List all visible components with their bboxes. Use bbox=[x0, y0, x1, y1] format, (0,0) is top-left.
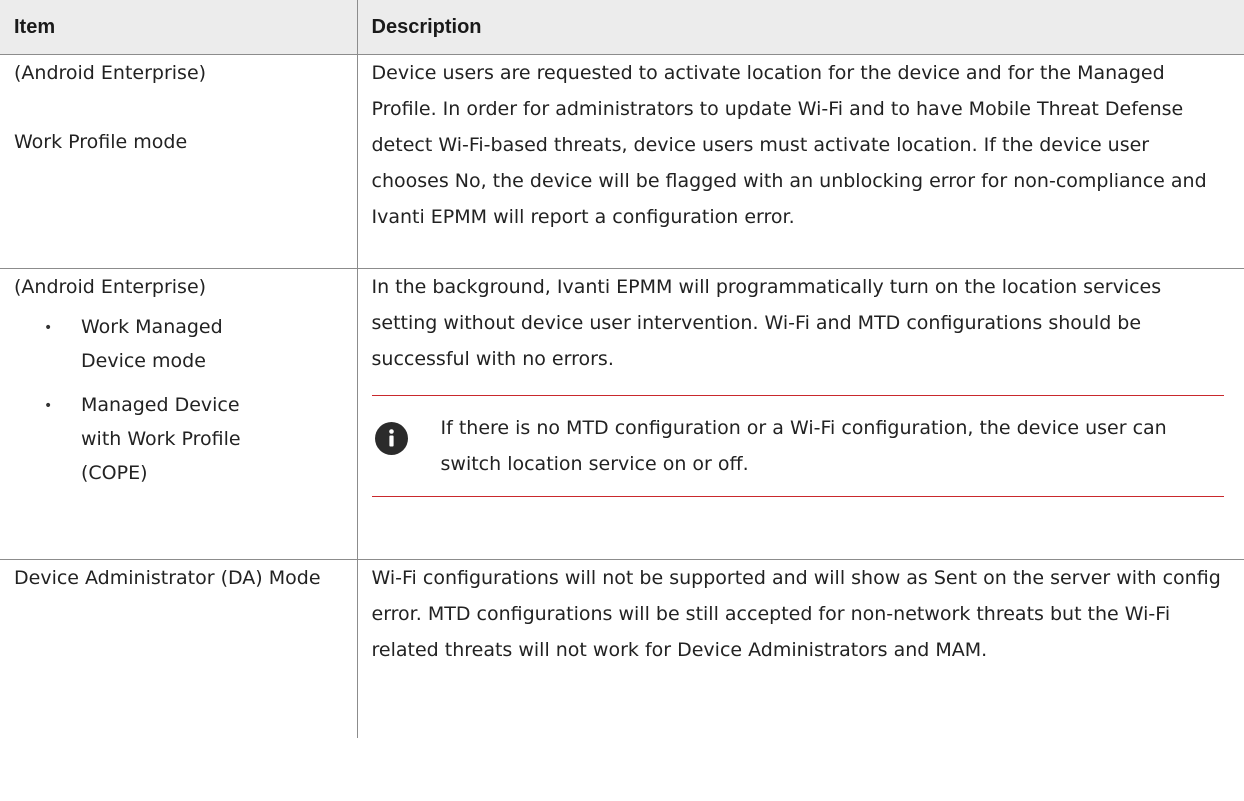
description-cell: Wi-Fi configurations will not be support… bbox=[356, 559, 1244, 738]
item-title: (Android Enterprise) bbox=[14, 276, 207, 298]
bullet-icon: • bbox=[44, 398, 53, 414]
table-row: (Android Enterprise) Work Profile mode D… bbox=[0, 54, 1244, 269]
note-callout: If there is no MTD configuration or a Wi… bbox=[371, 395, 1224, 497]
list-item-text: Work Managed Device mode bbox=[81, 316, 223, 372]
info-icon bbox=[374, 422, 408, 455]
list-item: • Managed Device with Work Profile (COPE… bbox=[14, 388, 343, 490]
item-line: (Android Enterprise) bbox=[14, 62, 207, 84]
item-cell: (Android Enterprise) Work Profile mode bbox=[0, 54, 358, 269]
table-row: Device Administrator (DA) Mode Wi-Fi con… bbox=[0, 559, 1244, 738]
item-line: Device Administrator (DA) Mode bbox=[14, 567, 321, 589]
bullet-icon: • bbox=[44, 320, 53, 336]
header-item: Item bbox=[0, 0, 358, 55]
item-line: Work Profile mode bbox=[14, 131, 188, 153]
description-cell: In the background, Ivanti EPMM will prog… bbox=[356, 268, 1244, 560]
list-item-text: Managed Device with Work Profile (COPE) bbox=[81, 394, 241, 484]
description-text: In the background, Ivanti EPMM will prog… bbox=[371, 276, 1162, 370]
description-table: Item Description (Android Enterprise) Wo… bbox=[0, 0, 1244, 738]
table-row: (Android Enterprise) • Work Managed Devi… bbox=[0, 268, 1244, 560]
mode-list: • Work Managed Device mode • Managed Dev… bbox=[14, 310, 343, 490]
description-text: Device users are requested to activate l… bbox=[371, 62, 1207, 228]
header-description: Description bbox=[356, 0, 1244, 55]
description-cell: Device users are requested to activate l… bbox=[356, 54, 1244, 269]
table-header-row: Item Description bbox=[0, 0, 1244, 55]
item-cell: (Android Enterprise) • Work Managed Devi… bbox=[0, 268, 358, 560]
list-item: • Work Managed Device mode bbox=[14, 310, 343, 378]
description-text: Wi-Fi configurations will not be support… bbox=[371, 567, 1221, 661]
item-cell: Device Administrator (DA) Mode bbox=[0, 559, 358, 738]
note-text: If there is no MTD configuration or a Wi… bbox=[440, 417, 1167, 475]
